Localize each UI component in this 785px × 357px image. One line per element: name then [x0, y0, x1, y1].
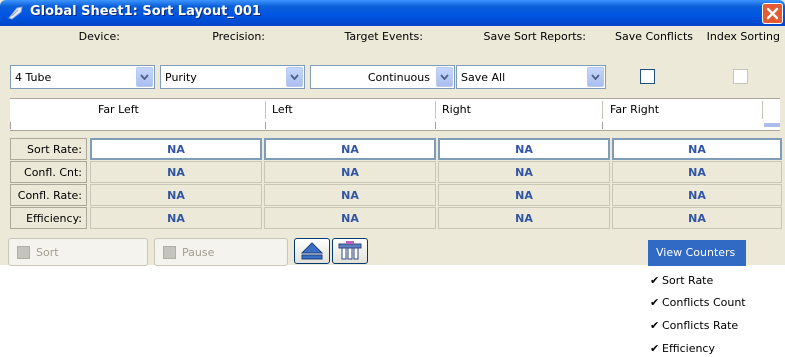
pause-button[interactable]: Pause [154, 238, 288, 266]
checkmark-icon: ✔ [650, 296, 660, 309]
sort-layout-window: Global Sheet1: Sort Layout_001 Device: P… [0, 0, 785, 266]
column-divider [602, 101, 603, 119]
target-events-select[interactable]: Continuous [310, 65, 455, 89]
menu-item-label: Sort Rate [662, 274, 714, 287]
strip-tick [10, 122, 11, 129]
checkmark-icon: ✔ [650, 319, 660, 332]
close-button[interactable] [762, 3, 783, 24]
close-icon [766, 7, 779, 20]
dropdown-arrow-icon[interactable] [436, 67, 453, 87]
confl-cnt-far-left: NA [90, 161, 262, 183]
menu-item-efficiency[interactable]: ✔ Efficiency [650, 342, 715, 355]
row-label-sort-rate: Sort Rate: [10, 138, 87, 160]
confl-cnt-left: NA [264, 161, 436, 183]
save-conflicts-checkbox[interactable] [640, 69, 655, 84]
strip-tick [265, 122, 266, 129]
dropdown-arrow-icon[interactable] [136, 67, 153, 87]
strip-tick [602, 122, 603, 129]
pause-indicator-icon [163, 246, 176, 259]
device-value: 4 Tube [15, 71, 52, 84]
eject-button[interactable] [294, 238, 330, 264]
menu-item-conflicts-rate[interactable]: ✔ Conflicts Rate [650, 319, 738, 332]
precision-label: Precision: [212, 30, 265, 43]
window-icon [8, 6, 23, 20]
tubes-icon [338, 241, 362, 260]
horizontal-scroll-thumb[interactable] [764, 123, 780, 127]
column-divider [435, 101, 436, 119]
menu-item-conflicts-count[interactable]: ✔ Conflicts Count [650, 296, 746, 309]
sort-button-label: Sort [36, 246, 59, 259]
row-label-confl-rate: Confl. Rate: [10, 184, 87, 206]
column-right: Right [442, 103, 471, 116]
confl-rate-far-right: NA [612, 184, 782, 206]
confl-cnt-right: NA [438, 161, 610, 183]
menu-item-label: Efficiency [662, 342, 715, 355]
efficiency-left: NA [264, 207, 436, 229]
confl-cnt-far-right: NA [612, 161, 782, 183]
save-sort-reports-select[interactable]: Save All [456, 65, 606, 89]
sort-rate-left[interactable]: NA [264, 138, 436, 160]
confl-rate-far-left: NA [90, 184, 262, 206]
confl-rate-left: NA [264, 184, 436, 206]
index-sorting-label: Index Sorting [706, 30, 780, 43]
title-bar[interactable]: Global Sheet1: Sort Layout_001 [0, 0, 785, 26]
sort-indicator-icon [17, 246, 30, 259]
menu-item-sort-rate[interactable]: ✔ Sort Rate [650, 274, 713, 287]
view-counters-button[interactable]: View Counters [648, 240, 746, 266]
eject-icon [300, 242, 324, 260]
precision-value: Purity [165, 71, 197, 84]
tubes-button[interactable] [332, 238, 368, 264]
save-conflicts-label: Save Conflicts [615, 30, 693, 43]
save-sort-reports-label: Save Sort Reports: [483, 30, 586, 43]
device-select[interactable]: 4 Tube [10, 65, 155, 89]
strip-tick [435, 122, 436, 129]
save-sort-reports-value: Save All [461, 71, 506, 84]
sort-stream-strip [10, 120, 780, 131]
row-label-confl-cnt: Confl. Cnt: [10, 161, 87, 183]
efficiency-far-right: NA [612, 207, 782, 229]
view-counters-menu: ✔ Sort Rate ✔ Conflicts Count ✔ Conflicts R… [646, 266, 766, 357]
column-far-right: Far Right [610, 103, 660, 116]
row-label-efficiency: Efficiency: [10, 207, 87, 229]
sort-rate-far-right[interactable]: NA [612, 138, 782, 160]
dropdown-arrow-icon[interactable] [286, 67, 303, 87]
efficiency-right: NA [438, 207, 610, 229]
column-far-left: Far Left [98, 103, 139, 116]
target-events-value: Continuous [367, 71, 430, 84]
column-left: Left [272, 103, 293, 116]
menu-item-label: Conflicts Rate [662, 319, 739, 332]
pause-button-label: Pause [182, 246, 215, 259]
checkmark-icon: ✔ [650, 274, 660, 287]
column-divider [762, 101, 763, 119]
column-header-row: Far Left Left Right Far Right [10, 98, 780, 121]
efficiency-far-left: NA [90, 207, 262, 229]
menu-item-label: Conflicts Count [662, 296, 746, 309]
index-sorting-checkbox[interactable] [733, 69, 748, 84]
precision-select[interactable]: Purity [160, 65, 305, 89]
sort-rate-far-left[interactable]: NA [90, 138, 262, 160]
window-title: Global Sheet1: Sort Layout_001 [30, 4, 261, 19]
device-label: Device: [78, 30, 120, 43]
column-divider [265, 101, 266, 119]
checkmark-icon: ✔ [650, 342, 660, 355]
sort-button[interactable]: Sort [8, 238, 148, 266]
target-events-label: Target Events: [344, 30, 423, 43]
confl-rate-right: NA [438, 184, 610, 206]
sort-rate-right[interactable]: NA [438, 138, 610, 160]
dropdown-arrow-icon[interactable] [587, 67, 604, 87]
